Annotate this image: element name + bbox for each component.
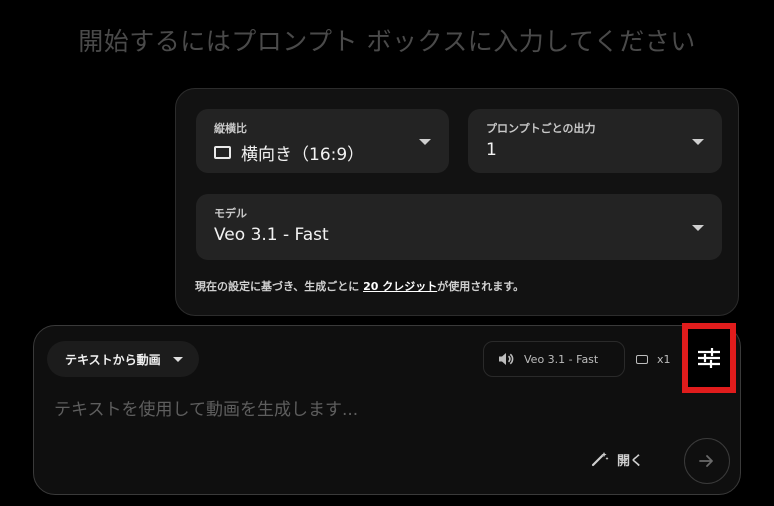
arrow-right-icon: [699, 455, 713, 467]
rectangle-icon: [214, 146, 231, 159]
page-heading: 開始するにはプロンプト ボックスに入力してください: [78, 27, 696, 56]
model-value: Veo 3.1 - Fast: [214, 225, 329, 245]
mode-label: テキストから動画: [65, 352, 161, 367]
outputs-per-prompt-select[interactable]: プロンプトごとの出力 1: [468, 109, 722, 173]
mode-dropdown-button[interactable]: テキストから動画: [47, 341, 199, 377]
chevron-down-icon: [419, 139, 431, 145]
credits-link[interactable]: 20 クレジット: [363, 280, 437, 293]
expand-label: 開く: [617, 453, 644, 469]
prompt-input[interactable]: [52, 396, 656, 424]
rectangle-icon: [636, 354, 648, 364]
sliders-icon: [698, 348, 720, 368]
model-label: モデル: [214, 207, 247, 220]
settings-toggle-button[interactable]: [682, 323, 736, 393]
credit-note-suffix: が使用されます。: [437, 280, 525, 293]
chevron-down-icon: [172, 356, 183, 362]
model-select[interactable]: モデル Veo 3.1 - Fast: [196, 194, 722, 260]
aspect-ratio-select[interactable]: 縦横比 横向き（16:9）: [196, 109, 449, 173]
chevron-down-icon: [692, 139, 704, 145]
output-count-chip[interactable]: x1: [636, 348, 671, 370]
credit-note: 現在の設定に基づき、生成ごとに 20 クレジットが使用されます。: [195, 278, 524, 294]
aspect-ratio-label: 縦横比: [214, 122, 247, 135]
model-chip[interactable]: Veo 3.1 - Fast: [483, 341, 625, 377]
send-button[interactable]: [684, 438, 730, 484]
prompt-composer: テキストから動画 Veo 3.1 - Fast x1 テキストを使用して動画を生…: [33, 323, 741, 495]
outputs-per-prompt-label: プロンプトごとの出力: [486, 122, 596, 135]
output-count-label: x1: [657, 352, 671, 366]
magic-wand-icon: [591, 452, 609, 467]
credit-note-prefix: 現在の設定に基づき、生成ごとに: [195, 280, 364, 293]
speaker-icon: [499, 353, 514, 365]
expand-button[interactable]: 開く: [591, 447, 643, 471]
outputs-per-prompt-value: 1: [486, 140, 497, 160]
aspect-ratio-value: 横向き（16:9）: [241, 145, 365, 165]
settings-panel: 縦横比 横向き（16:9） プロンプトごとの出力 1 モデル Veo 3.1 -…: [175, 88, 739, 316]
chevron-down-icon: [692, 225, 704, 231]
model-chip-label: Veo 3.1 - Fast: [524, 352, 599, 366]
